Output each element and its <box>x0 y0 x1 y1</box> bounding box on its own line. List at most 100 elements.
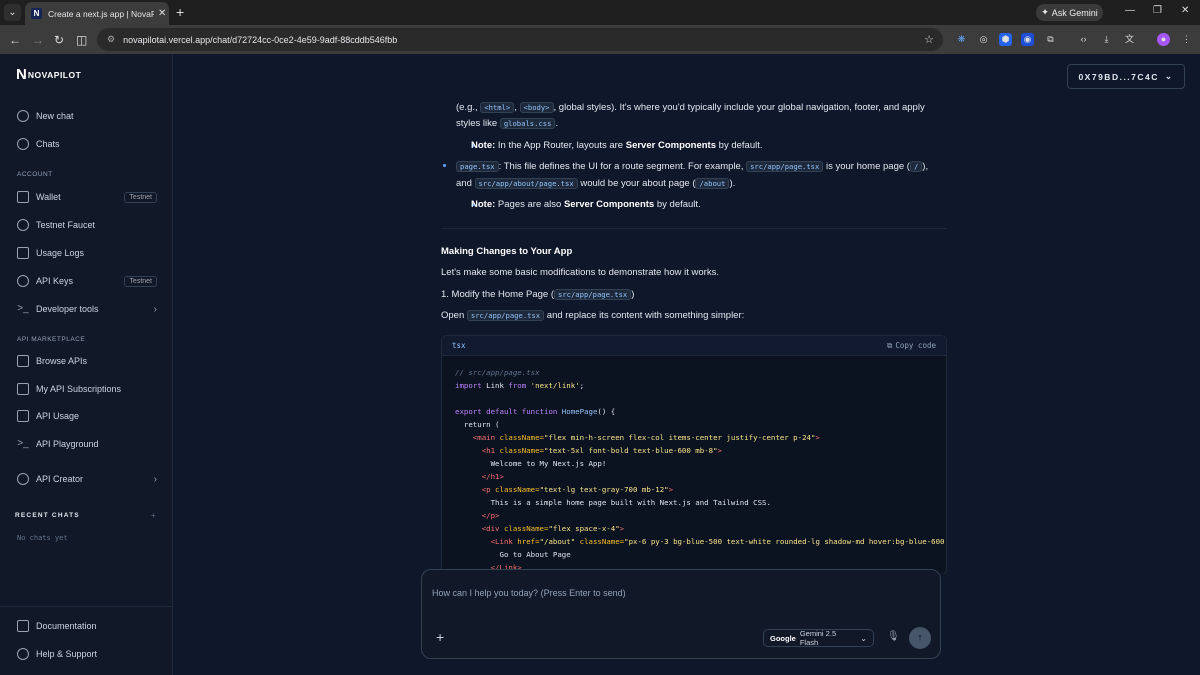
model-provider: Google <box>770 633 796 643</box>
close-tab-icon[interactable]: ✕ <box>158 8 166 19</box>
code-line: Welcome to My Next.js App! <box>455 459 607 468</box>
inline-code: / <box>909 161 923 172</box>
devtools-code-icon[interactable]: ‹› <box>1077 33 1090 46</box>
my-subscriptions-label: My API Subscriptions <box>36 384 122 394</box>
microphone-icon[interactable]: 🎙 <box>887 631 900 642</box>
code-line: import Link from 'next/link'; <box>455 381 585 390</box>
code-line: <p className="text-lg text-gray-700 mb-1… <box>455 485 674 494</box>
new-tab-button[interactable]: + <box>176 4 184 20</box>
minimize-icon[interactable]: — <box>1125 5 1135 16</box>
sidebar-item-api-playground[interactable]: >_ API Playground <box>17 435 157 453</box>
wallet-label: Wallet <box>36 192 61 202</box>
chat-composer: + Google Gemini 2.5 Flash ⌄ 🎙 ↑ <box>421 569 941 659</box>
message-paragraph: (e.g., <html>, <body>, global styles). I… <box>456 102 925 113</box>
code-line: </p> <box>455 511 500 520</box>
testnet-badge: Testnet <box>124 191 157 203</box>
sidebar-item-faucet[interactable]: Testnet Faucet <box>17 216 157 234</box>
code-line: // src/app/page.tsx <box>455 368 540 377</box>
sidebar-item-wallet[interactable]: Wallet Testnet <box>17 188 157 206</box>
novapilot-logo[interactable]: N NOVAPILOT <box>16 66 81 83</box>
back-icon[interactable]: ← <box>9 33 21 47</box>
chat-bubble-icon <box>17 138 29 150</box>
inline-code: <body> <box>519 102 554 113</box>
grid-icon <box>17 355 29 367</box>
novapilot-app: N NOVAPILOT New chat Chats ACCOUNT Walle… <box>0 54 1200 675</box>
divider <box>441 228 947 229</box>
api-usage-label: API Usage <box>36 411 80 421</box>
maximize-icon[interactable]: ❐ <box>1153 5 1162 16</box>
wallet-address-button[interactable]: 0X79BD...7C4C ⌄ <box>1067 64 1185 89</box>
sidebar-item-api-keys[interactable]: API Keys Testnet <box>17 272 157 290</box>
ask-gemini-button[interactable]: ✦ Ask Gemini <box>1036 4 1103 21</box>
api-marketplace-heading: API MARKETPLACE <box>17 336 86 343</box>
message-paragraph: Open src/app/page.tsx and replace its co… <box>441 310 745 321</box>
browser-tab[interactable]: N Create a next.js app | NovaPilot ✕ <box>25 2 169 25</box>
sidebar-item-api-usage[interactable]: API Usage <box>17 407 157 425</box>
send-button[interactable]: ↑ <box>909 627 931 649</box>
inline-code: src/app/page.tsx <box>746 161 824 172</box>
extensions-puzzle-icon[interactable]: ⧉ <box>1044 33 1057 46</box>
chat-input[interactable] <box>432 578 932 608</box>
layers-icon <box>17 473 29 485</box>
tab-search-button[interactable]: ⌄ <box>4 4 21 21</box>
note-text: Note: Pages are also Server Components b… <box>471 199 701 210</box>
forward-icon[interactable]: → <box>32 33 44 47</box>
developer-tools-label: Developer tools <box>36 304 99 314</box>
api-creator-label: API Creator <box>36 474 84 484</box>
bookmark-star-icon[interactable]: ☆ <box>924 33 934 46</box>
download-icon[interactable]: ⤓ <box>1100 33 1113 46</box>
copy-code-button[interactable]: ⧉ Copy code <box>887 341 936 351</box>
split-view-icon[interactable]: ◫ <box>76 33 87 47</box>
extension-icon[interactable]: ⬢ <box>999 33 1012 46</box>
chevron-down-icon: ⌄ <box>860 633 867 643</box>
close-window-icon[interactable]: ✕ <box>1181 5 1189 16</box>
inline-code: src/app/page.tsx <box>466 310 545 321</box>
recent-chats-heading: RECENT CHATS <box>15 512 80 519</box>
usage-logs-label: Usage Logs <box>36 248 85 258</box>
browser-menu-icon[interactable]: ⋮ <box>1180 33 1193 46</box>
browser-tab-bar: ⌄ N Create a next.js app | NovaPilot ✕ +… <box>0 0 1200 25</box>
reload-icon[interactable]: ↻ <box>54 33 64 47</box>
recent-chats-add-icon[interactable]: + <box>151 511 156 520</box>
address-bar[interactable]: ⚙ novapilotai.vercel.app/chat/d72724cc-0… <box>97 28 943 51</box>
key-icon <box>17 275 29 287</box>
site-info-icon[interactable]: ⚙ <box>107 34 115 45</box>
extension-icon[interactable]: ◎ <box>977 33 990 46</box>
message-paragraph: and src/app/about/page.tsx would be your… <box>456 178 736 189</box>
model-name: Gemini 2.5 Flash <box>799 629 837 647</box>
sidebar-item-my-subscriptions[interactable]: My API Subscriptions <box>17 380 157 398</box>
sidebar-item-help[interactable]: Help & Support <box>17 645 157 663</box>
list-icon <box>17 383 29 395</box>
novapilot-favicon-icon: N <box>31 8 42 19</box>
code-language: tsx <box>452 341 466 350</box>
attach-plus-icon[interactable]: + <box>436 630 444 644</box>
inline-code: <html> <box>480 102 515 113</box>
extension-icon[interactable]: ◉ <box>1021 33 1034 46</box>
sidebar-item-usage-logs[interactable]: Usage Logs <box>17 244 157 262</box>
sidebar: N NOVAPILOT New chat Chats ACCOUNT Walle… <box>0 54 173 675</box>
sidebar-item-chats[interactable]: Chats <box>17 135 157 153</box>
new-chat-button[interactable]: New chat <box>17 107 157 125</box>
no-chats-text: No chats yet <box>17 534 68 542</box>
sidebar-item-api-creator[interactable]: API Creator › <box>17 470 157 488</box>
logo-text: NOVAPILOT <box>27 69 82 80</box>
sidebar-item-documentation[interactable]: Documentation <box>17 617 157 635</box>
ask-gemini-label: Ask Gemini <box>1051 7 1098 18</box>
code-line: <main className="flex min-h-screen flex-… <box>455 433 820 442</box>
copy-code-label: Copy code <box>895 341 936 350</box>
model-selector[interactable]: Google Gemini 2.5 Flash ⌄ <box>763 629 874 647</box>
sidebar-item-developer-tools[interactable]: >_ Developer tools › <box>17 300 157 318</box>
logo-mark: N <box>16 66 27 83</box>
sidebar-item-browse-apis[interactable]: Browse APIs <box>17 352 157 370</box>
gemini-sparkle-icon: ✦ <box>1041 7 1049 17</box>
translate-icon[interactable]: 文 <box>1123 33 1136 46</box>
testnet-badge: Testnet <box>124 275 157 287</box>
tab-title: Create a next.js app | NovaPilot <box>48 8 154 19</box>
section-heading: Making Changes to Your App <box>441 246 573 257</box>
code-line: This is a simple home page built with Ne… <box>455 498 771 507</box>
extension-icon[interactable]: ❋ <box>955 33 968 46</box>
faucet-label: Testnet Faucet <box>36 220 96 230</box>
inline-code: /about <box>695 178 730 189</box>
message-paragraph: Let's make some basic modifications to d… <box>441 267 719 278</box>
profile-avatar[interactable]: ● <box>1157 33 1170 46</box>
